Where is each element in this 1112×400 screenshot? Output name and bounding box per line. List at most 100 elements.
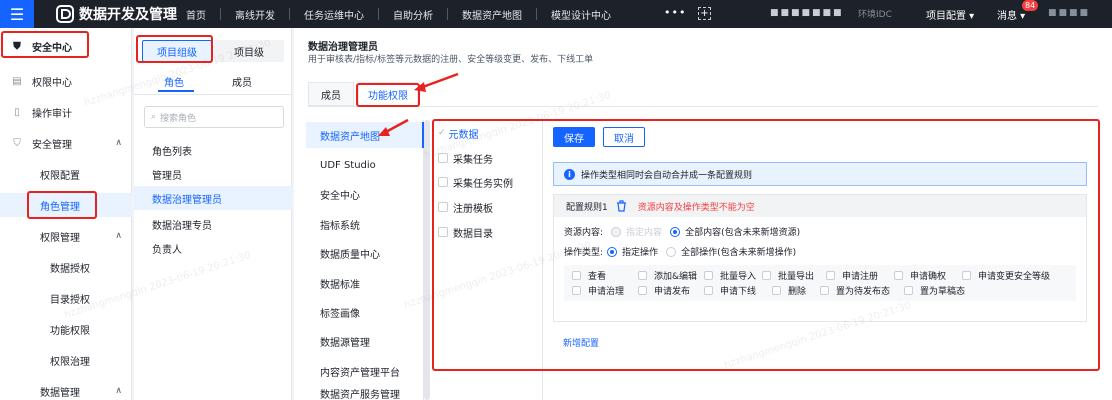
operation-checkboxes: 查看 添加&编辑 批量导入 批量导出 申请注册 申请确权 申请变更安全等级 申请… bbox=[564, 265, 1076, 301]
user-menu[interactable]: ■■■■ bbox=[1048, 8, 1090, 18]
module-item[interactable]: 内容资产管理平台 bbox=[306, 358, 424, 384]
checkbox[interactable] bbox=[438, 177, 448, 187]
tab-members[interactable]: 成员 bbox=[232, 74, 252, 89]
module-item[interactable]: 数据标准 bbox=[306, 270, 424, 296]
resource-label: 资源内容: bbox=[564, 228, 604, 238]
config-rule: 配置规则1 资源内容及操作类型不能为空 资源内容: 指定内容 全部内容(包含未来… bbox=[553, 194, 1087, 322]
module-item[interactable]: 数据源管理 bbox=[306, 328, 424, 354]
sidebar-item-permission-config[interactable]: 权限配置 bbox=[0, 162, 132, 186]
nav-model-design[interactable]: 模型设计中心 bbox=[551, 7, 611, 22]
nav-asset-map[interactable]: 数据资产地图 bbox=[462, 7, 522, 22]
project-config-menu[interactable]: 项目配置 ▾ bbox=[926, 7, 974, 22]
radio-all-operation[interactable] bbox=[666, 246, 677, 257]
list-item[interactable]: 负责人 bbox=[134, 236, 292, 260]
op-checkbox[interactable]: 置为草稿态 bbox=[904, 284, 965, 297]
op-checkbox[interactable]: 申请下线 bbox=[704, 284, 756, 297]
main-nav: 首页 离线开发 任务运维中心 自助分析 数据资产地图 模型设计中心 bbox=[186, 0, 611, 28]
sidebar-item-permission-governance[interactable]: 权限治理 bbox=[0, 348, 132, 372]
module-item[interactable]: 数据质量中心 bbox=[306, 240, 424, 266]
op-checkbox[interactable]: 申请发布 bbox=[638, 284, 690, 297]
page-title: 数据治理管理员 bbox=[308, 42, 378, 53]
feature-item-selected[interactable]: ✓ 元数据 bbox=[438, 122, 479, 144]
feature-item[interactable]: 采集任务 bbox=[438, 147, 493, 169]
sidebar-item-permission-mgmt[interactable]: 权限管理 ∧ bbox=[0, 224, 132, 248]
list-item[interactable]: 角色列表 bbox=[134, 138, 292, 162]
cancel-button[interactable]: 取消 bbox=[603, 127, 645, 147]
feature-list: ✓ 元数据 采集任务 采集任务实例 注册模板 数据目录 bbox=[434, 120, 542, 400]
config-panel: 保存 取消 i 操作类型相同时会自动合并成一条配置规则 配置规则1 资源内容及操… bbox=[542, 120, 1102, 400]
module-list: 数据资产地图 UDF Studio 安全中心 指标系统 数据质量中心 数据标准 … bbox=[306, 120, 424, 400]
hamburger-icon[interactable]: ☰ bbox=[0, 0, 34, 28]
tab-function-permission[interactable]: 功能权限 bbox=[358, 82, 418, 106]
shield-icon: ⛊ bbox=[13, 40, 21, 52]
module-item[interactable]: 数据资产服务管理 bbox=[306, 386, 424, 400]
sidebar-item-function-permission[interactable]: 功能权限 bbox=[0, 317, 132, 341]
sidebar-item-audit[interactable]: ▯ 操作审计 bbox=[0, 100, 132, 124]
main-content: 数据治理管理员 用于审核表/指标/标签等元数据的注册、安全等级变更、发布、下线工… bbox=[294, 28, 1112, 400]
info-icon: i bbox=[564, 168, 575, 180]
op-checkbox[interactable]: 申请确权 bbox=[894, 269, 946, 282]
sidebar-item-role-mgmt[interactable]: 角色管理 bbox=[0, 193, 132, 217]
sidebar-item-data-auth[interactable]: 数据授权 bbox=[0, 255, 132, 279]
op-checkbox[interactable]: 删除 bbox=[772, 284, 806, 297]
info-alert: i 操作类型相同时会自动合并成一条配置规则 bbox=[553, 162, 1087, 186]
nav-ops-center[interactable]: 任务运维中心 bbox=[304, 7, 364, 22]
checkbox[interactable] bbox=[438, 153, 448, 163]
sidebar-item-security-mgmt[interactable]: ⛉ 安全管理 ∧ bbox=[0, 131, 132, 155]
tab-project-level[interactable]: 项目级 bbox=[214, 40, 284, 62]
op-checkbox[interactable]: 申请变更安全等级 bbox=[962, 269, 1050, 282]
list-item[interactable]: 数据治理专员 bbox=[134, 212, 292, 236]
operation-type-row: 操作类型: 指定操作 全部操作(包含未来新增操作) bbox=[564, 245, 796, 258]
list-item[interactable]: 管理员 bbox=[134, 162, 292, 186]
chevron-up-icon: ∧ bbox=[115, 231, 122, 241]
operation-type-label: 操作类型: bbox=[564, 248, 604, 258]
nav-home[interactable]: 首页 bbox=[186, 7, 206, 22]
save-button[interactable]: 保存 bbox=[553, 127, 595, 147]
op-checkbox[interactable]: 批量导出 bbox=[762, 269, 814, 282]
logo-icon bbox=[56, 5, 74, 23]
feature-item[interactable]: 采集任务实例 bbox=[438, 171, 513, 193]
op-checkbox[interactable]: 申请注册 bbox=[826, 269, 878, 282]
sidebar-item-security-center[interactable]: ⛊ 安全中心 bbox=[0, 34, 132, 58]
search-input[interactable]: ⌕ 搜索角色 bbox=[144, 106, 284, 128]
resource-row: 资源内容: 指定内容 全部内容(包含未来新增资源) bbox=[564, 225, 800, 238]
sidebar-item-catalog-auth[interactable]: 目录授权 bbox=[0, 286, 132, 310]
expand-icon[interactable]: + bbox=[698, 7, 711, 20]
rule-title: 配置规则1 bbox=[566, 202, 608, 213]
module-item[interactable]: 标签画像 bbox=[306, 299, 424, 325]
chevron-up-icon: ∧ bbox=[115, 138, 122, 148]
module-item[interactable]: 安全中心 bbox=[306, 181, 424, 207]
module-item[interactable]: 指标系统 bbox=[306, 211, 424, 237]
nav-offline-dev[interactable]: 离线开发 bbox=[235, 7, 275, 22]
messages-menu[interactable]: 消息 ▾ bbox=[997, 7, 1025, 22]
op-checkbox[interactable]: 申请治理 bbox=[572, 284, 624, 297]
search-icon: ⌕ bbox=[151, 112, 157, 122]
feature-item[interactable]: 数据目录 bbox=[438, 221, 493, 243]
tab-roles[interactable]: 角色 bbox=[164, 74, 184, 89]
list-item-selected[interactable]: 数据治理管理员 bbox=[134, 186, 292, 210]
radio-specified-operation[interactable] bbox=[607, 246, 618, 257]
op-checkbox[interactable]: 置为待发布态 bbox=[820, 284, 890, 297]
feature-item[interactable]: 注册模板 bbox=[438, 196, 493, 218]
sidebar-item-permission-center[interactable]: ▤ 权限中心 bbox=[0, 69, 132, 93]
tab-project-group-level[interactable]: 项目组级 bbox=[142, 40, 212, 62]
scrollbar[interactable] bbox=[424, 120, 430, 400]
check-icon: ✓ bbox=[438, 128, 446, 138]
module-item[interactable]: UDF Studio bbox=[306, 152, 424, 178]
checkbox[interactable] bbox=[438, 202, 448, 212]
document-icon: ▤ bbox=[12, 75, 22, 87]
add-config-link[interactable]: 新增配置 bbox=[563, 336, 599, 349]
trash-icon[interactable] bbox=[616, 200, 628, 212]
message-count-badge: 84 bbox=[1022, 0, 1039, 11]
sidebar-item-data-mgmt[interactable]: 数据管理 ∧ bbox=[0, 379, 132, 400]
checkbox[interactable] bbox=[438, 227, 448, 237]
tab-members[interactable]: 成员 bbox=[308, 82, 354, 106]
op-checkbox[interactable]: 查看 bbox=[572, 269, 606, 282]
more-icon[interactable]: ••• bbox=[664, 6, 686, 19]
chevron-up-icon: ∧ bbox=[115, 386, 122, 396]
radio-all-content[interactable] bbox=[670, 226, 681, 237]
op-checkbox[interactable]: 批量导入 bbox=[704, 269, 756, 282]
nav-self-analysis[interactable]: 自助分析 bbox=[393, 7, 433, 22]
module-item[interactable]: 数据资产地图 bbox=[306, 122, 424, 148]
op-checkbox[interactable]: 添加&编辑 bbox=[638, 269, 697, 282]
